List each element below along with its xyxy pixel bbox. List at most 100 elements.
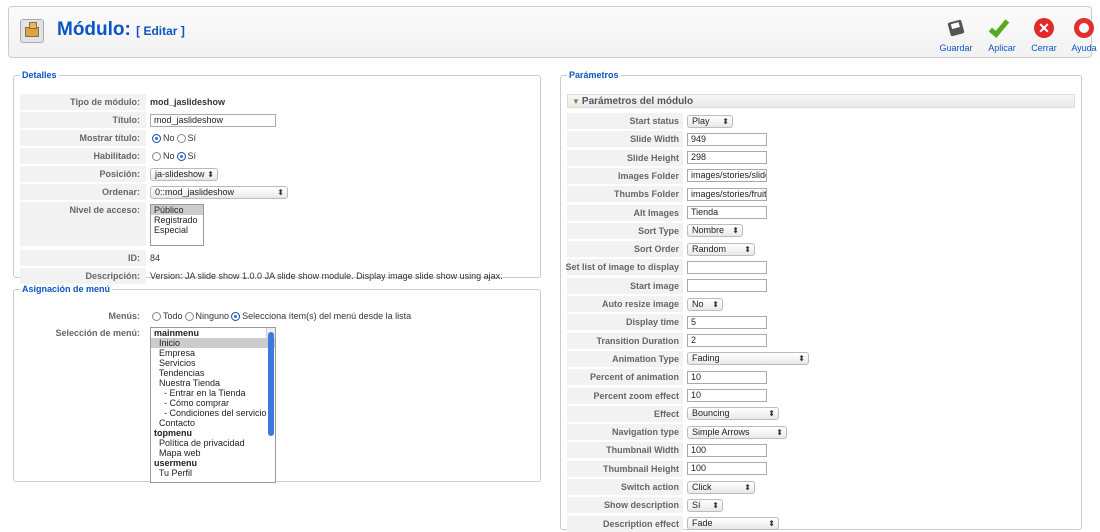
menu-selection-list[interactable]: mainmenu Inicio Empresa Servicios Tenden… (150, 327, 276, 483)
param-select[interactable]: Sí (687, 498, 723, 512)
menu-list-item[interactable]: mainmenu (151, 328, 275, 338)
param-input[interactable] (687, 260, 767, 274)
enabled-no-radio[interactable] (152, 151, 161, 161)
param-label: Slide Height (567, 149, 683, 166)
param-input[interactable]: 5 (687, 315, 767, 329)
show-title-no-radio[interactable] (152, 133, 161, 143)
module-type-label: Tipo de módulo: (20, 94, 146, 110)
param-input[interactable]: images/stories/slide (687, 169, 767, 183)
param-select[interactable]: Simple Arrows (687, 425, 787, 439)
param-label: Navigation type (567, 424, 683, 441)
menu-list-item[interactable]: Mapa web (151, 448, 275, 458)
param-input[interactable]: 2 (687, 334, 767, 348)
param-input[interactable]: Tienda (687, 206, 767, 219)
param-select[interactable]: Random (687, 242, 755, 256)
access-option[interactable]: Público (151, 205, 203, 215)
show-title-yes-label: Sí (187, 133, 197, 143)
module-icon (20, 19, 44, 43)
param-label: Sort Type (567, 222, 683, 239)
param-row: Display time 5 (567, 314, 767, 331)
param-select[interactable]: No (687, 297, 723, 311)
param-label: Auto resize image (567, 296, 683, 312)
param-input[interactable]: 10 (687, 389, 767, 402)
param-select[interactable]: Bouncing (687, 407, 779, 421)
param-select[interactable]: Fade (687, 517, 779, 531)
param-row: Start image (567, 277, 767, 294)
parameters-panel: Parámetros ▼ Parámetros del módulo Start … (560, 70, 1082, 532)
toolbar: Módulo: [ Editar ] Guardar Aplicar ✕ Cerr… (8, 6, 1097, 58)
menu-list-item[interactable]: - Entrar en la Tienda (151, 388, 275, 398)
param-label: Slide Width (567, 131, 683, 148)
param-input[interactable]: images/stories/fruit (687, 187, 767, 201)
menus-none-radio[interactable] (184, 311, 194, 321)
id-value: 84 (150, 253, 161, 263)
param-select[interactable]: Click (687, 480, 755, 494)
menu-list-scrollbar[interactable] (266, 328, 275, 436)
param-row: Slide Height 298 (567, 149, 767, 166)
module-parameters-header[interactable]: ▼ Parámetros del módulo (567, 94, 1075, 108)
menu-list-item[interactable]: Contacto (151, 418, 275, 428)
check-icon (988, 15, 1015, 41)
param-select[interactable]: Fading (687, 352, 809, 366)
param-input[interactable]: 298 (687, 151, 767, 165)
menu-assignment-panel: Asignación de menú Menús: Todo Ninguno Sele… (13, 284, 541, 483)
param-select[interactable]: Play (687, 114, 733, 128)
menu-list-item[interactable]: Tendencias (151, 368, 275, 378)
param-row: Thumbnail Width 100 (567, 442, 767, 459)
param-label: Images Folder (567, 167, 683, 184)
param-input[interactable]: 949 (687, 132, 767, 146)
param-label: Description effect (567, 515, 683, 532)
position-label: Posición: (20, 166, 146, 182)
position-select[interactable]: ja-slideshow (150, 167, 218, 181)
menus-label: Menús: (108, 311, 141, 321)
title-row: Título: mod_jaslideshow (20, 112, 276, 128)
param-row: Sort Type Nombre (567, 222, 743, 239)
param-input[interactable]: 100 (687, 462, 767, 476)
menus-select-label: Selecciona ítem(s) del menú desde la lis… (242, 311, 412, 321)
param-row: Description effect Fade (567, 515, 779, 532)
show-title-label: Mostrar título: (20, 130, 146, 146)
access-option[interactable]: Registrado (151, 215, 203, 225)
param-row: Auto resize image No (567, 296, 723, 312)
help-button[interactable]: Ayuda (1061, 15, 1100, 53)
access-level-list[interactable]: Público Registrado Especial (150, 204, 204, 246)
menu-list-item[interactable]: topmenu (151, 428, 275, 438)
access-option[interactable]: Especial (151, 225, 203, 235)
menu-list-item[interactable]: Empresa (151, 348, 275, 358)
menu-list-item[interactable]: Política de privacidad (151, 438, 275, 448)
param-row: Navigation type Simple Arrows (567, 424, 787, 441)
menu-list-item[interactable]: usermenu (151, 458, 275, 468)
enabled-yes-radio[interactable] (176, 151, 186, 161)
menu-list-item[interactable]: - Condiciones del servicio (151, 408, 275, 418)
param-row: Animation Type Fading (567, 350, 809, 367)
menus-all-radio[interactable] (152, 311, 161, 321)
param-select[interactable]: Nombre (687, 224, 743, 238)
menu-list-item[interactable]: Inicio (151, 338, 275, 348)
menus-select-radio[interactable] (231, 311, 241, 321)
menus-none-label: Ninguno (195, 311, 230, 321)
param-row: Sort Order Random (567, 241, 755, 258)
save-button[interactable]: Guardar (933, 15, 979, 53)
menu-list-item[interactable]: Tu Perfil (151, 468, 275, 478)
menu-list-scroll-thumb[interactable] (268, 332, 274, 436)
param-input[interactable]: 10 (687, 370, 767, 384)
apply-button[interactable]: Aplicar (979, 15, 1025, 53)
page-title: Módulo: [ Editar ] (57, 19, 185, 40)
param-input[interactable]: 100 (687, 443, 767, 457)
param-label: Switch action (567, 479, 683, 495)
save-icon (943, 15, 969, 41)
menu-list-item[interactable]: Servicios (151, 358, 275, 368)
param-input[interactable] (687, 279, 767, 293)
param-row: Thumbnail Height 100 (567, 460, 767, 477)
param-row: Alt Images Tienda (567, 204, 767, 221)
order-select[interactable]: 0::mod_jaslideshow (150, 185, 288, 199)
menu-list-item[interactable]: - Cómo comprar (151, 398, 275, 408)
menu-list-item[interactable]: Nuestra Tienda (151, 378, 275, 388)
menu-assignment-legend: Asignación de menú (22, 284, 111, 294)
help-icon (1071, 15, 1097, 41)
show-title-yes-radio[interactable] (176, 133, 186, 143)
menus-row: Menús: Todo Ninguno Selecciona ítem(s) del … (20, 308, 412, 324)
details-panel: Detalles Tipo de módulo: mod_jaslideshow … (13, 70, 541, 284)
param-label: Show description (567, 497, 683, 514)
title-input[interactable]: mod_jaslideshow (150, 113, 276, 127)
